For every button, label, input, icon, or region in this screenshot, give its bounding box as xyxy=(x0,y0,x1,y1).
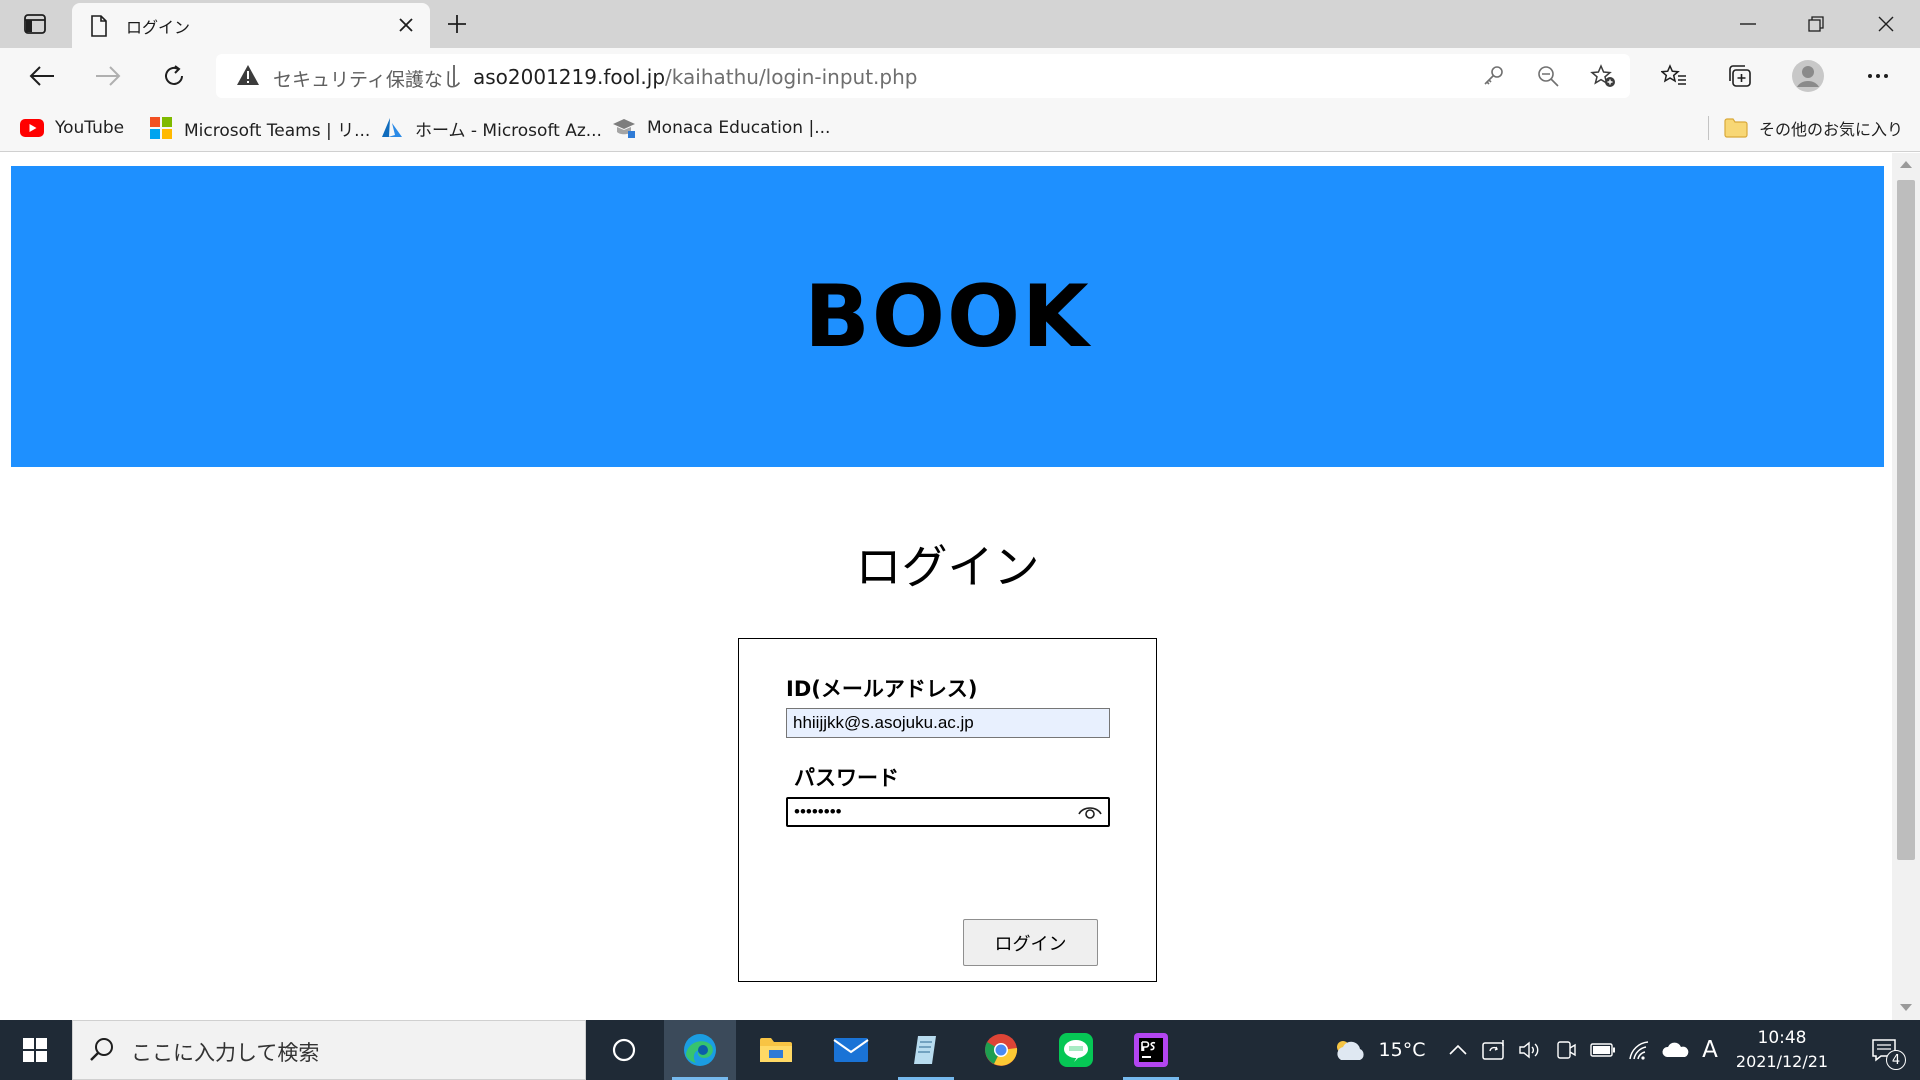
profile-avatar-icon[interactable] xyxy=(1788,58,1828,94)
phpstorm-app-icon[interactable] xyxy=(1115,1020,1187,1080)
mail-app-icon[interactable] xyxy=(815,1020,887,1080)
refresh-icon[interactable] xyxy=(154,58,194,94)
favorites-separator xyxy=(1708,116,1709,140)
warning-icon[interactable] xyxy=(236,64,260,86)
add-favorite-icon[interactable] xyxy=(1588,61,1618,91)
login-button[interactable]: ログイン xyxy=(963,919,1098,966)
sync-icon[interactable] xyxy=(1480,1020,1508,1080)
other-favorites[interactable]: その他のお気に入り xyxy=(1724,115,1903,141)
favorite-label: YouTube xyxy=(55,118,125,138)
tab-login[interactable]: ログイン xyxy=(72,3,430,48)
search-placeholder: ここに入力して検索 xyxy=(131,1041,320,1065)
site-banner: BOOK xyxy=(11,166,1884,467)
page-scrollbar[interactable] xyxy=(1892,153,1920,1020)
back-icon[interactable] xyxy=(22,58,62,94)
minimize-icon[interactable] xyxy=(1714,0,1782,48)
collections-icon[interactable] xyxy=(1720,58,1760,94)
clock-time: 10:48 xyxy=(1757,1028,1807,1048)
notepad-app-icon[interactable] xyxy=(890,1020,962,1080)
line-app-icon[interactable] xyxy=(1040,1020,1112,1080)
action-center-icon[interactable]: 4 xyxy=(1848,1020,1920,1080)
chrome-app-icon[interactable] xyxy=(965,1020,1037,1080)
web-page: BOOK ログイン ID(メールアドレス) パスワード ログイン xyxy=(0,153,1890,1020)
address-bar[interactable]: セキュリティ保護なし aso2001219.fool.jp/kaihathu/l… xyxy=(216,54,1630,98)
favorite-label: ホーム - Microsoft Az... xyxy=(415,120,602,141)
microsoft-icon xyxy=(149,116,173,140)
close-tab-icon[interactable] xyxy=(396,15,416,35)
url-text[interactable]: aso2001219.fool.jp/kaihathu/login-input.… xyxy=(473,65,917,89)
favorites-icon[interactable] xyxy=(1654,58,1694,94)
ime-mode-text: A xyxy=(1702,1037,1718,1063)
password-label: パスワード xyxy=(794,766,899,790)
email-field[interactable] xyxy=(786,708,1110,738)
file-explorer-icon[interactable] xyxy=(740,1020,812,1080)
new-tab-icon[interactable] xyxy=(440,8,474,40)
favorites-bar: YouTube Microsoft Teams | リ... ホーム - Mic… xyxy=(0,104,1920,152)
monaca-icon xyxy=(612,116,636,140)
url-host: aso2001219.fool.jp xyxy=(473,65,666,89)
favorite-label: Monaca Education |... xyxy=(647,118,831,138)
tab-strip: ログイン xyxy=(0,0,1920,48)
favorite-monaca[interactable]: Monaca Education |... xyxy=(612,115,830,141)
more-menu-icon[interactable] xyxy=(1858,58,1898,94)
address-divider xyxy=(453,65,455,87)
edge-app-icon[interactable] xyxy=(664,1020,736,1080)
reveal-password-icon[interactable] xyxy=(1075,801,1105,823)
login-form: ID(メールアドレス) パスワード ログイン xyxy=(738,638,1157,982)
banner-title: BOOK xyxy=(804,266,1091,367)
folder-icon xyxy=(1724,116,1748,140)
browser-toolbar: セキュリティ保護なし aso2001219.fool.jp/kaihathu/l… xyxy=(0,48,1920,104)
show-hidden-icons-icon[interactable] xyxy=(1446,1020,1470,1080)
weather-icon[interactable] xyxy=(1332,1020,1368,1080)
onedrive-icon[interactable] xyxy=(1660,1020,1692,1080)
weather-temperature[interactable]: 15°C xyxy=(1376,1020,1428,1080)
scroll-up-icon[interactable] xyxy=(1900,161,1912,168)
youtube-icon xyxy=(20,116,44,140)
azure-icon xyxy=(380,116,404,140)
scroll-down-icon[interactable] xyxy=(1900,1004,1912,1011)
taskbar-search[interactable]: ここに入力して検索 xyxy=(72,1020,586,1080)
url-path: /kaihathu/login-input.php xyxy=(665,65,918,89)
browser-window: ログイン セキュリティ保護なし aso2001219.fool.jp/kaiha… xyxy=(0,0,1920,1080)
page-title: ログイン xyxy=(855,540,1040,594)
notification-badge: 4 xyxy=(1886,1050,1906,1070)
security-label[interactable]: セキュリティ保護なし xyxy=(273,65,462,92)
tab-actions-icon[interactable] xyxy=(12,7,58,41)
ime-indicator[interactable]: A xyxy=(1696,1020,1724,1080)
task-view-icon[interactable] xyxy=(588,1020,660,1080)
favorite-azure[interactable]: ホーム - Microsoft Az... xyxy=(380,115,602,141)
meet-now-icon[interactable] xyxy=(1552,1020,1580,1080)
search-icon xyxy=(89,1037,115,1063)
battery-icon[interactable] xyxy=(1588,1020,1618,1080)
id-label: ID(メールアドレス) xyxy=(786,677,978,701)
favorite-youtube[interactable]: YouTube xyxy=(20,115,124,141)
close-window-icon[interactable] xyxy=(1852,0,1920,48)
page-icon xyxy=(90,14,110,37)
password-field[interactable] xyxy=(786,797,1110,827)
key-icon[interactable] xyxy=(1478,61,1508,91)
favorite-teams[interactable]: Microsoft Teams | リ... xyxy=(149,115,370,141)
system-clock[interactable]: 10:48 2021/12/21 xyxy=(1722,1026,1842,1074)
scroll-thumb[interactable] xyxy=(1897,180,1915,860)
volume-icon[interactable] xyxy=(1516,1020,1544,1080)
favorite-label: Microsoft Teams | リ... xyxy=(184,120,371,141)
zoom-out-icon[interactable] xyxy=(1533,61,1563,91)
temperature-text: 15°C xyxy=(1378,1039,1426,1061)
windows-start-icon[interactable] xyxy=(0,1020,70,1080)
other-favorites-label: その他のお気に入り xyxy=(1759,120,1904,139)
forward-icon[interactable] xyxy=(88,58,128,94)
wifi-icon[interactable] xyxy=(1626,1020,1654,1080)
taskbar: ここに入力して検索 15°C A 10:48 2021/12/21 4 xyxy=(0,1020,1920,1080)
restore-icon[interactable] xyxy=(1782,0,1850,48)
clock-date: 2021/12/21 xyxy=(1735,1052,1829,1071)
tab-title: ログイン xyxy=(126,17,191,37)
